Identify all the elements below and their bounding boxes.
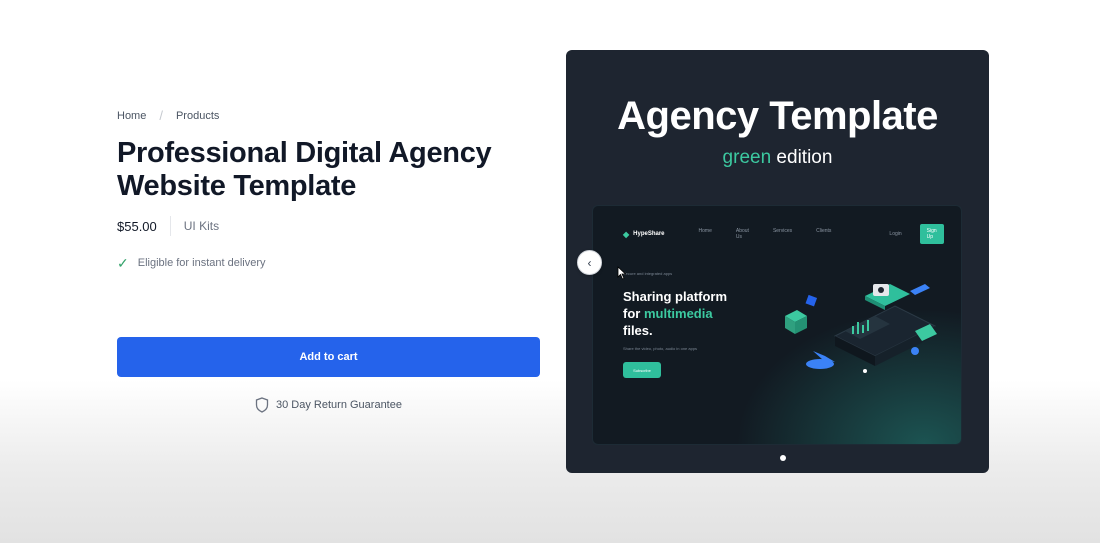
mockup-nav-about: About Us [735, 228, 749, 240]
website-mockup: ◆ HypeShare Home About Us Services Client… [592, 205, 962, 445]
mockup-headline: Sharing platform for multimedia files. [623, 288, 773, 339]
chevron-left-icon: ‹ [587, 255, 592, 270]
subtitle-accent: green [722, 147, 772, 168]
mockup-nav: ◆ HypeShare Home About Us Services Client… [623, 224, 944, 244]
mockup-logo: ◆ HypeShare [623, 230, 665, 239]
product-price: $55.00 [117, 218, 157, 234]
divider [169, 216, 171, 236]
mockup-headline-line3: files. [623, 323, 653, 338]
mockup-description: Share the video, photo, audio in one app… [623, 346, 698, 351]
mockup-headline-line1: Sharing platform [623, 289, 728, 304]
gallery-prev-button[interactable]: ‹ [577, 250, 602, 275]
check-icon: ✓ [117, 255, 129, 271]
guarantee-text: 30 Day Return Guarantee [276, 399, 402, 411]
subtitle-rest: edition [771, 147, 833, 168]
product-image-gallery[interactable]: Agency Template green edition ◆ HypeShare… [566, 50, 989, 473]
breadcrumb: Home / Products [117, 108, 219, 123]
breadcrumb-products[interactable]: Products [176, 110, 219, 122]
delivery-text: Eligible for instant delivery [137, 257, 266, 269]
isometric-illustration [785, 284, 937, 373]
shield-icon [255, 397, 269, 413]
mockup-nav-services: Services [772, 228, 793, 234]
price-row: $55.00 UI Kits [117, 216, 219, 236]
breadcrumb-home[interactable]: Home [117, 110, 146, 122]
logo-icon: ◆ [623, 229, 630, 239]
product-category: UI Kits [183, 219, 220, 233]
mockup-signup: Sign Up [919, 224, 944, 244]
delivery-info: ✓ Eligible for instant delivery [117, 256, 266, 270]
mockup-eyebrow: Secure and integrated apps [623, 271, 673, 276]
mockup-headline-for: for [623, 306, 644, 321]
mockup-headline-accent: multimedia [643, 306, 713, 321]
return-guarantee: 30 Day Return Guarantee [117, 397, 540, 413]
breadcrumb-separator: / [159, 108, 163, 123]
add-to-cart-button[interactable]: Add to cart [117, 337, 540, 377]
mockup-nav-home: Home [698, 228, 712, 234]
product-title: Professional Digital Agency Website Temp… [117, 137, 492, 202]
gallery-image-title: Agency Template [617, 94, 938, 138]
mockup-cta: Subscribe [623, 362, 661, 378]
mouse-cursor-icon [617, 266, 627, 280]
mockup-logo-text: HypeShare [633, 231, 665, 237]
mockup-headline-line2: for multimedia [623, 305, 773, 322]
gallery-image-subtitle: green edition [566, 147, 989, 169]
gallery-page-indicator[interactable] [780, 455, 786, 461]
mockup-nav-clients: Clients [816, 228, 832, 234]
mockup-nav-links: Home About Us Services Clients [699, 228, 832, 240]
mockup-login: Login [889, 231, 902, 237]
